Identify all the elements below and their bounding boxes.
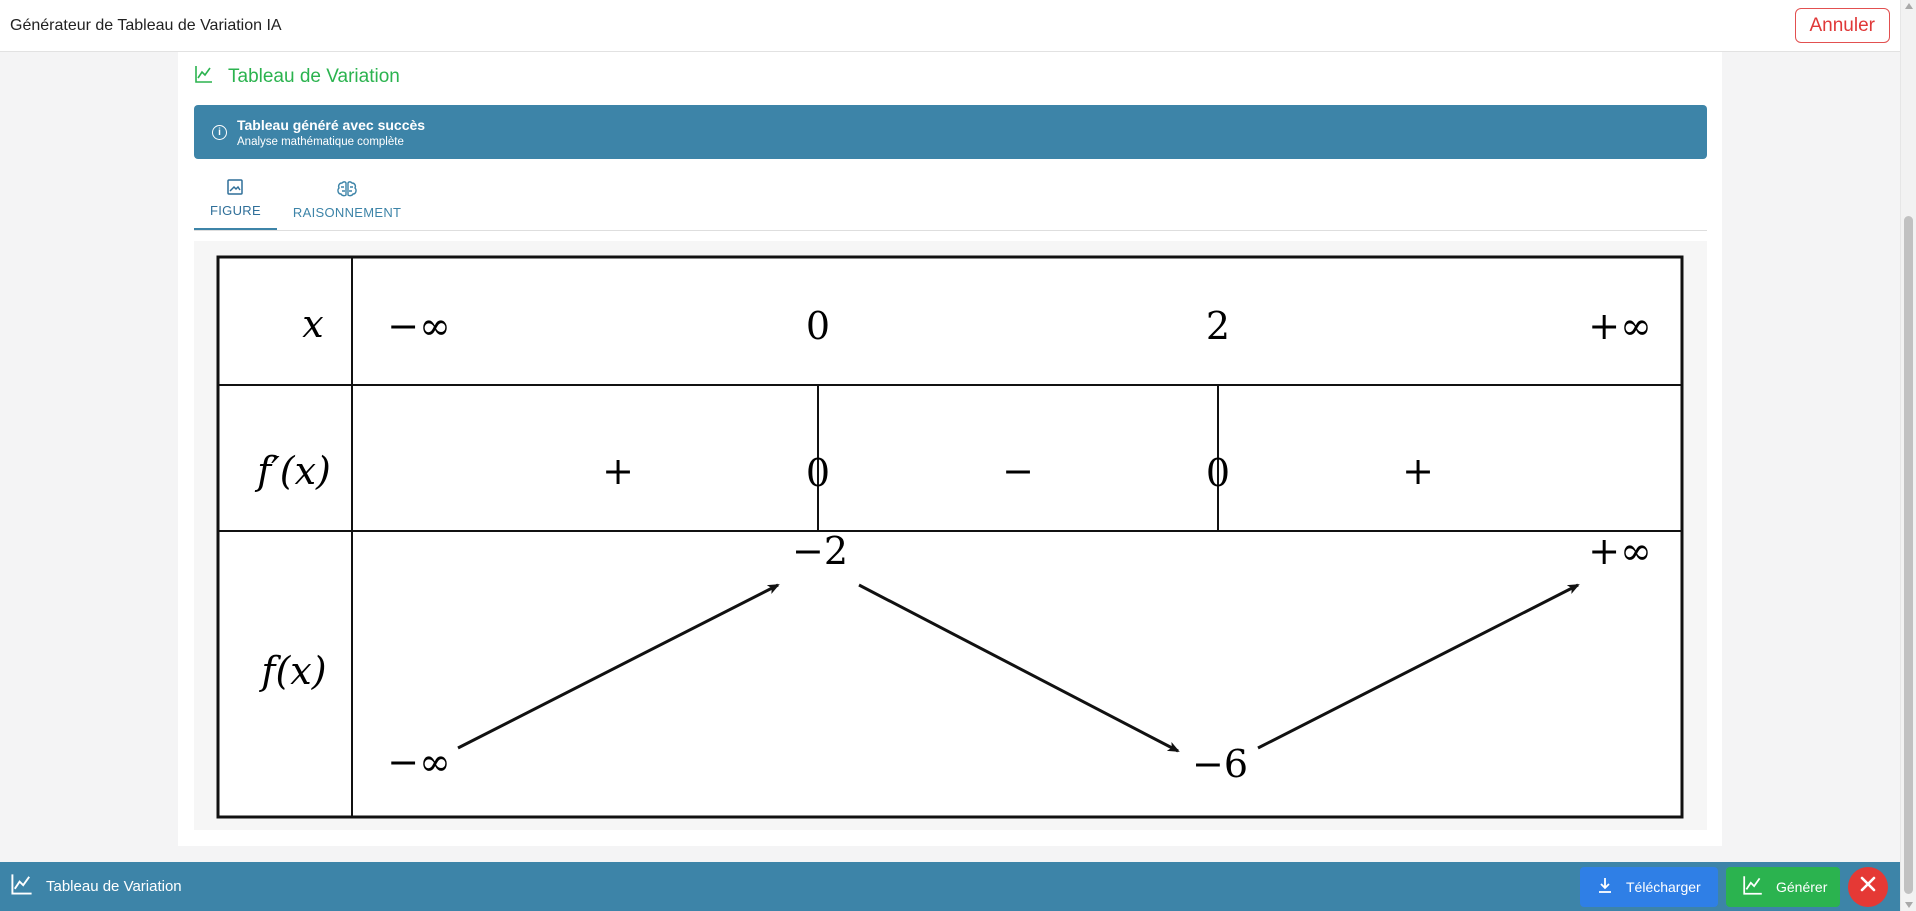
tab-raisonnement-label: RAISONNEMENT — [292, 205, 402, 220]
download-button-label: Télécharger — [1626, 878, 1701, 895]
generate-button-label: Générer — [1776, 878, 1828, 895]
download-button[interactable]: Télécharger — [1580, 866, 1718, 907]
download-icon — [1596, 876, 1614, 897]
alert-subtitle: Analyse mathématique complète — [237, 135, 404, 148]
row-label-derivative: f′(x) — [254, 449, 331, 493]
tab-figure[interactable]: FIGURE — [194, 174, 277, 230]
function-value: −2 — [792, 529, 848, 573]
row-label-x: x — [302, 302, 323, 346]
info-icon: i — [212, 124, 227, 140]
variation-table-figure: x f′(x) f(x) −∞ 0 2 +∞ + 0 − 0 + −∞ −2 −… — [216, 255, 1684, 819]
tab-raisonnement[interactable]: RAISONNEMENT — [277, 174, 417, 230]
tab-figure-label: FIGURE — [210, 203, 261, 218]
x-value: −∞ — [387, 304, 451, 348]
image-icon — [226, 177, 244, 197]
cancel-button[interactable]: Annuler — [1794, 8, 1890, 43]
main-card: Tableau de Variation i Tableau généré av… — [178, 52, 1722, 846]
line-chart-icon — [194, 64, 214, 90]
line-chart-icon — [1742, 874, 1764, 899]
derivative-sign: − — [1002, 449, 1034, 493]
section-title: Tableau de Variation — [194, 64, 400, 90]
alert-title: Tableau généré avec succès — [237, 116, 426, 133]
x-value: 2 — [1206, 304, 1230, 348]
scroll-down-arrow-icon[interactable] — [1905, 902, 1913, 908]
figure-panel: x f′(x) f(x) −∞ 0 2 +∞ + 0 − 0 + −∞ −2 −… — [194, 241, 1707, 830]
line-chart-icon — [10, 872, 34, 901]
function-value: +∞ — [1588, 529, 1652, 573]
derivative-sign: + — [602, 449, 634, 493]
close-button[interactable] — [1848, 866, 1888, 907]
bottom-toolbar-actions: Télécharger Générer — [1580, 866, 1900, 907]
bottom-toolbar-title: Tableau de Variation — [46, 878, 182, 895]
derivative-zero: 0 — [806, 451, 830, 495]
brain-icon — [336, 179, 358, 199]
derivative-zero: 0 — [1206, 451, 1230, 495]
function-value: −6 — [1192, 742, 1248, 786]
x-value: 0 — [806, 304, 830, 348]
generate-button[interactable]: Générer — [1726, 866, 1840, 907]
x-value: +∞ — [1588, 304, 1652, 348]
scroll-up-arrow-icon[interactable] — [1905, 3, 1913, 9]
derivative-sign: + — [1402, 449, 1434, 493]
success-alert: i Tableau généré avec succès Analyse mat… — [194, 105, 1707, 159]
bottom-toolbar: Tableau de Variation Télécharger Générer — [0, 862, 1900, 911]
section-title-text: Tableau de Variation — [228, 66, 400, 87]
row-label-function: f(x) — [258, 649, 326, 693]
app-title: Générateur de Tableau de Variation IA — [10, 16, 282, 34]
scrollbar-thumb[interactable] — [1904, 216, 1913, 894]
close-icon — [1859, 875, 1877, 898]
tab-bar: FIGURE RAISONNEMENT — [194, 174, 1707, 231]
vertical-scrollbar[interactable] — [1900, 0, 1916, 911]
app-header: Générateur de Tableau de Variation IA An… — [0, 0, 1900, 52]
function-value: −∞ — [387, 740, 451, 784]
